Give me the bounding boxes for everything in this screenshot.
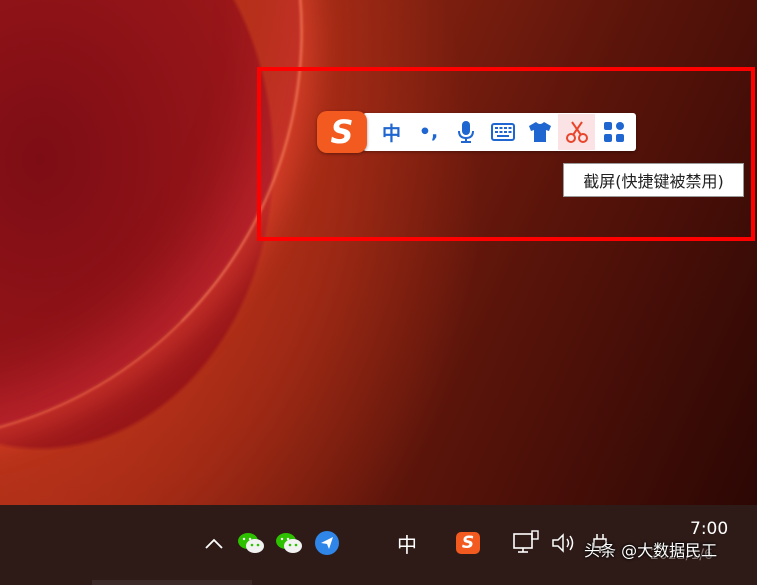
network-monitor-icon xyxy=(513,530,539,553)
desktop-wallpaper: S 中 •, 截屏(快捷键被禁用) xyxy=(0,0,757,505)
voice-button[interactable] xyxy=(447,114,484,150)
screenshot-button[interactable] xyxy=(558,114,595,150)
keyboard-icon xyxy=(490,123,515,141)
scissors-icon xyxy=(565,121,588,143)
soft-keyboard-button[interactable] xyxy=(484,114,521,150)
wechat-tray-icon-1[interactable] xyxy=(236,505,266,581)
highlight-annotation-box xyxy=(257,67,755,241)
chinese-mode-button[interactable]: 中 xyxy=(373,114,410,150)
chevron-up-icon xyxy=(205,538,223,549)
screenshot-tooltip: 截屏(快捷键被禁用) xyxy=(563,163,744,197)
ime-mode-indicator[interactable]: 中 xyxy=(390,505,424,581)
taskbar-active-strip xyxy=(92,580,252,585)
punctuation-button[interactable]: •, xyxy=(410,114,447,150)
watermark-text: 头条 @大数据民工 xyxy=(584,541,718,560)
paper-plane-icon xyxy=(315,531,339,555)
network-tray-icon[interactable] xyxy=(510,505,542,581)
show-hidden-icons-button[interactable] xyxy=(200,505,228,581)
ime-toolbar[interactable]: S 中 •, xyxy=(317,111,636,153)
speaker-icon xyxy=(552,533,574,553)
sogou-tray-icon[interactable]: S xyxy=(452,505,484,581)
wechat-icon xyxy=(276,533,302,553)
clock-time[interactable]: 7:00 xyxy=(690,519,728,539)
skin-button[interactable] xyxy=(521,114,558,150)
sogou-logo-icon[interactable]: S xyxy=(317,111,367,153)
tshirt-icon xyxy=(528,122,551,142)
volume-tray-icon[interactable] xyxy=(548,505,580,581)
wechat-icon xyxy=(238,533,264,553)
ime-button-bar: 中 •, xyxy=(363,113,636,151)
feishu-tray-icon[interactable] xyxy=(312,505,342,581)
microphone-icon xyxy=(457,121,474,143)
wechat-tray-icon-2[interactable] xyxy=(274,505,304,581)
toolbox-button[interactable] xyxy=(595,114,632,150)
toolbox-grid-icon xyxy=(603,122,624,142)
sogou-logo-icon: S xyxy=(456,532,480,554)
